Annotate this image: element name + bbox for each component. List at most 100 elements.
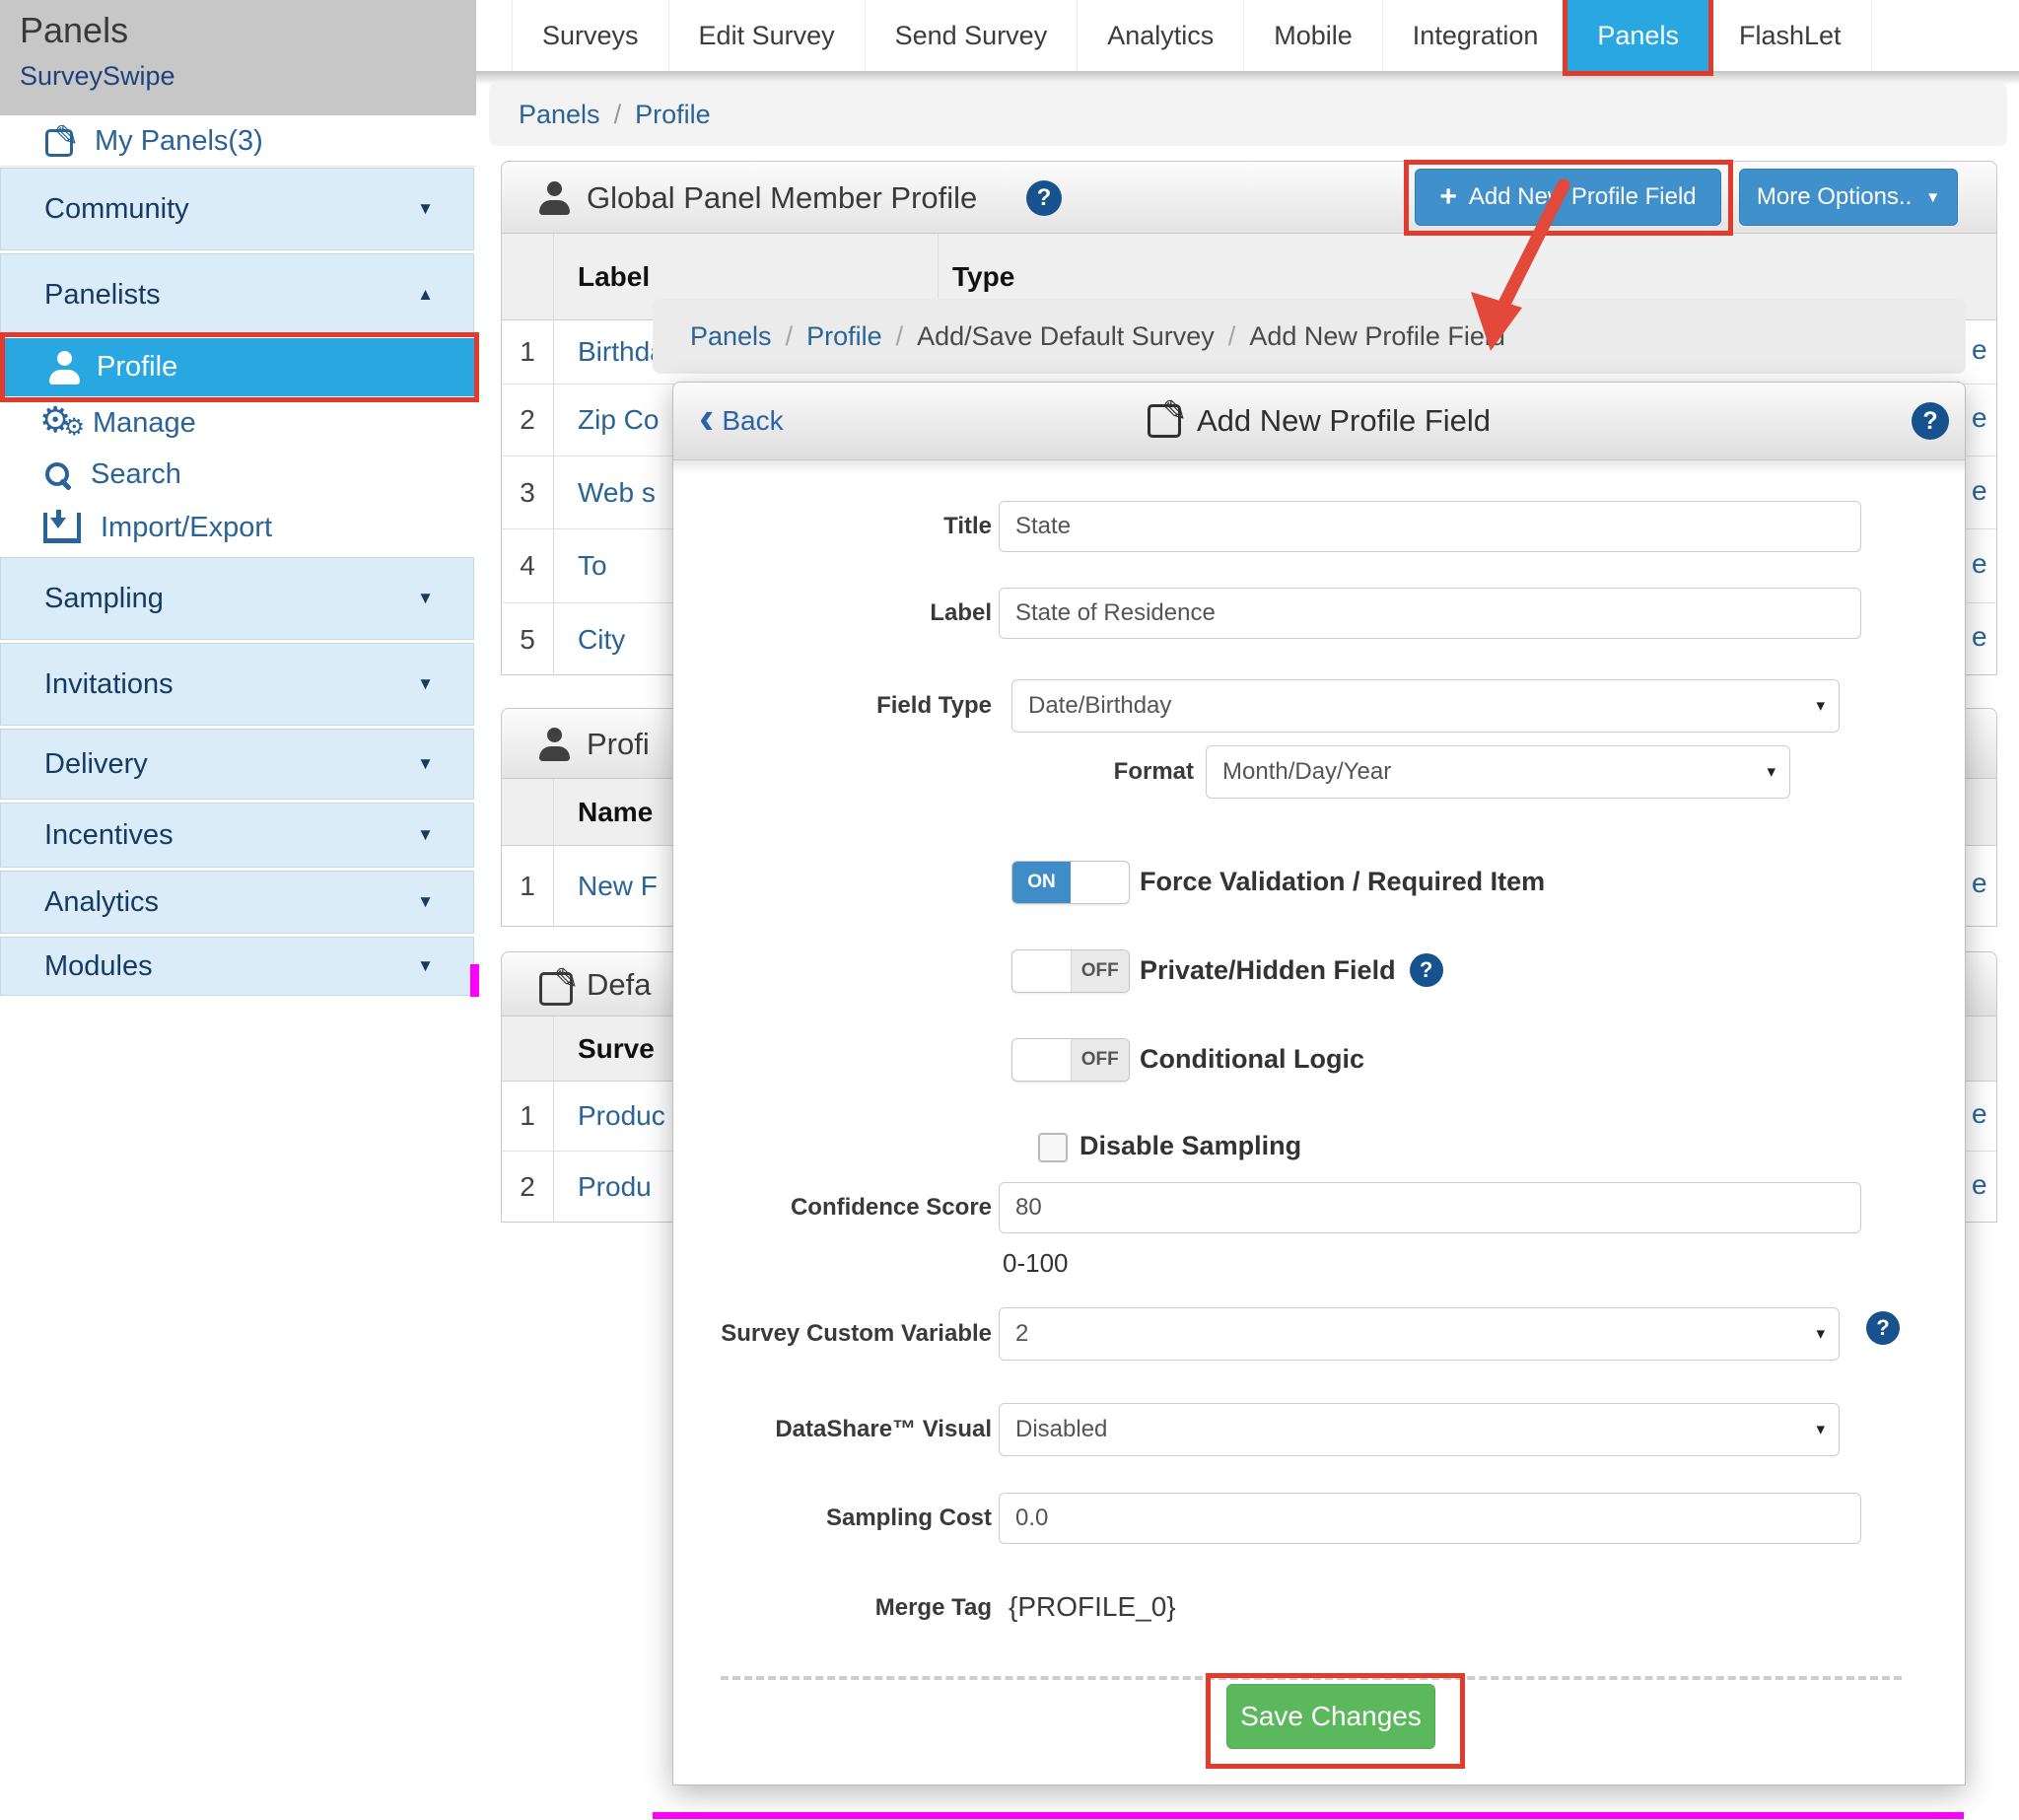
tab-panels[interactable]: Panels (1567, 0, 1708, 71)
divider (721, 1676, 1902, 1680)
survey-link[interactable]: Produ (578, 1171, 652, 1203)
field-type-select[interactable]: Date/Birthday ▾ (1011, 679, 1840, 733)
select-caret-icon: ▾ (1816, 696, 1825, 716)
chevron-down-icon: ▼ (417, 825, 434, 845)
sidebar-item-import-export[interactable]: Import/Export (0, 501, 476, 554)
field-link[interactable]: City (578, 624, 625, 656)
sidebar-section-delivery[interactable]: Delivery ▼ (0, 729, 474, 800)
modal-header: ‹ Back ✎ Add New Profile Field ? (673, 383, 1965, 460)
tab-analytics[interactable]: Analytics (1077, 0, 1243, 71)
tab-edit-survey[interactable]: Edit Survey (668, 0, 865, 71)
default-panel-title: Defa (587, 952, 651, 1017)
field-link[interactable]: To (578, 550, 607, 582)
modal-breadcrumb-panels[interactable]: Panels (690, 321, 772, 352)
chevron-down-icon: ▼ (417, 199, 434, 219)
tab-surveys[interactable]: Surveys (512, 0, 668, 71)
confidence-score-input[interactable] (999, 1182, 1861, 1233)
disable-sampling-label: Disable Sampling (1079, 1125, 1301, 1166)
clipped-link-fragment[interactable]: e (1972, 334, 1987, 366)
force-validation-toggle[interactable]: ON (1011, 861, 1130, 904)
clipped-link-fragment[interactable]: e (1972, 1169, 1987, 1201)
more-options-button[interactable]: More Options.. ▼ (1739, 169, 1958, 226)
edit-icon: ✎ (45, 129, 73, 157)
column-header-label: Label (578, 234, 650, 320)
gears-icon: ⚙⚙ (41, 405, 81, 441)
sidebar-item-profile[interactable]: Profile (0, 338, 476, 396)
sidebar-item-my-panels[interactable]: ✎ My Panels(3) (0, 115, 476, 167)
add-profile-field-modal: ‹ Back ✎ Add New Profile Field ? Title L… (672, 382, 1966, 1785)
clipped-link-fragment[interactable]: e (1972, 475, 1987, 507)
field-link[interactable]: Web s (578, 477, 656, 509)
clipped-link-fragment[interactable]: e (1972, 402, 1987, 434)
tab-mobile[interactable]: Mobile (1243, 0, 1382, 71)
tab-send-survey[interactable]: Send Survey (865, 0, 1078, 71)
breadcrumb: Panels / Profile (489, 83, 2007, 146)
modal-title: ✎ Add New Profile Field (673, 383, 1965, 459)
help-icon[interactable]: ? (1410, 953, 1443, 987)
sidebar-section-incentives[interactable]: Incentives ▼ (0, 803, 474, 868)
sidebar-section-community[interactable]: Community ▼ (0, 168, 474, 250)
label-input[interactable] (999, 588, 1861, 639)
clipped-link-fragment[interactable]: e (1972, 621, 1987, 653)
help-icon[interactable]: ? (1866, 1311, 1900, 1345)
conditional-logic-toggle[interactable]: OFF (1011, 1038, 1130, 1082)
people-icon (537, 728, 573, 761)
app-window: Panels SurveySwipe ✎ My Panels(3) Commun… (0, 0, 2019, 1820)
edit-icon: ✎ (539, 972, 573, 1006)
profile-use-link[interactable]: New F (578, 871, 658, 902)
select-caret-icon: ▾ (1816, 1324, 1825, 1344)
tab-integration[interactable]: Integration (1382, 0, 1568, 71)
magenta-line (653, 1812, 1964, 1819)
page-title: Global Panel Member Profile (587, 162, 977, 235)
sampling-cost-label: Sampling Cost (673, 1505, 992, 1532)
chevron-down-icon: ▼ (417, 892, 434, 912)
format-select[interactable]: Month/Day/Year ▾ (1206, 745, 1790, 799)
sidebar-section-modules[interactable]: Modules ▼ (0, 937, 474, 996)
sidebar-item-search[interactable]: Search (0, 450, 476, 499)
sidebar-item-manage[interactable]: ⚙⚙ Manage (0, 398, 476, 448)
person-icon (47, 351, 83, 385)
help-icon[interactable]: ? (1026, 180, 1062, 216)
column-header-survey: Surve (578, 1016, 655, 1082)
sidebar-subtitle: SurveySwipe (20, 61, 175, 92)
merge-tag-label: Merge Tag (673, 1594, 992, 1622)
person-icon (537, 181, 573, 215)
top-tabbar: Surveys Edit Survey Send Survey Analytic… (476, 0, 2019, 71)
modal-header-fade (673, 460, 1965, 474)
title-field-label: Title (673, 513, 992, 540)
breadcrumb-profile[interactable]: Profile (635, 100, 711, 130)
edit-icon: ✎ (1148, 404, 1181, 438)
confidence-score-label: Confidence Score (673, 1194, 992, 1222)
private-hidden-label: Private/Hidden Field ? (1140, 949, 1443, 991)
help-icon[interactable]: ? (1912, 402, 1949, 440)
breadcrumb-panels[interactable]: Panels (519, 100, 600, 130)
sampling-cost-input[interactable] (999, 1493, 1861, 1544)
chevron-up-icon: ▲ (417, 285, 434, 305)
save-changes-button[interactable]: Save Changes (1226, 1684, 1435, 1749)
format-label: Format (875, 758, 1194, 786)
chevron-down-icon: ▼ (417, 589, 434, 608)
title-input[interactable] (999, 501, 1861, 552)
sidebar-section-panelists[interactable]: Panelists ▲ (0, 253, 474, 336)
sidebar-header: Panels SurveySwipe (0, 0, 476, 115)
clipped-link-fragment[interactable]: e (1972, 548, 1987, 580)
survey-link[interactable]: Produc (578, 1100, 665, 1132)
custom-variable-label: Survey Custom Variable (673, 1320, 992, 1348)
tab-flashlet[interactable]: FlashLet (1708, 0, 1872, 71)
label-field-label: Label (673, 599, 992, 627)
custom-variable-select[interactable]: 2 ▾ (999, 1307, 1840, 1361)
sidebar-section-invitations[interactable]: Invitations ▼ (0, 643, 474, 726)
private-hidden-toggle[interactable]: OFF (1011, 949, 1130, 993)
modal-breadcrumb-profile[interactable]: Profile (806, 321, 882, 352)
merge-tag-value: {PROFILE_0} (1009, 1591, 1176, 1623)
clipped-link-fragment[interactable]: e (1972, 868, 1987, 899)
sidebar-section-analytics[interactable]: Analytics ▼ (0, 871, 474, 934)
sidebar-section-sampling[interactable]: Sampling ▼ (0, 557, 474, 640)
datashare-select[interactable]: Disabled ▾ (999, 1403, 1840, 1456)
conditional-logic-label: Conditional Logic (1140, 1038, 1364, 1080)
chevron-down-icon: ▼ (417, 674, 434, 694)
field-link[interactable]: Zip Co (578, 404, 659, 436)
disable-sampling-checkbox[interactable] (1038, 1133, 1068, 1162)
force-validation-label: Force Validation / Required Item (1140, 861, 1545, 902)
clipped-link-fragment[interactable]: e (1972, 1098, 1987, 1130)
